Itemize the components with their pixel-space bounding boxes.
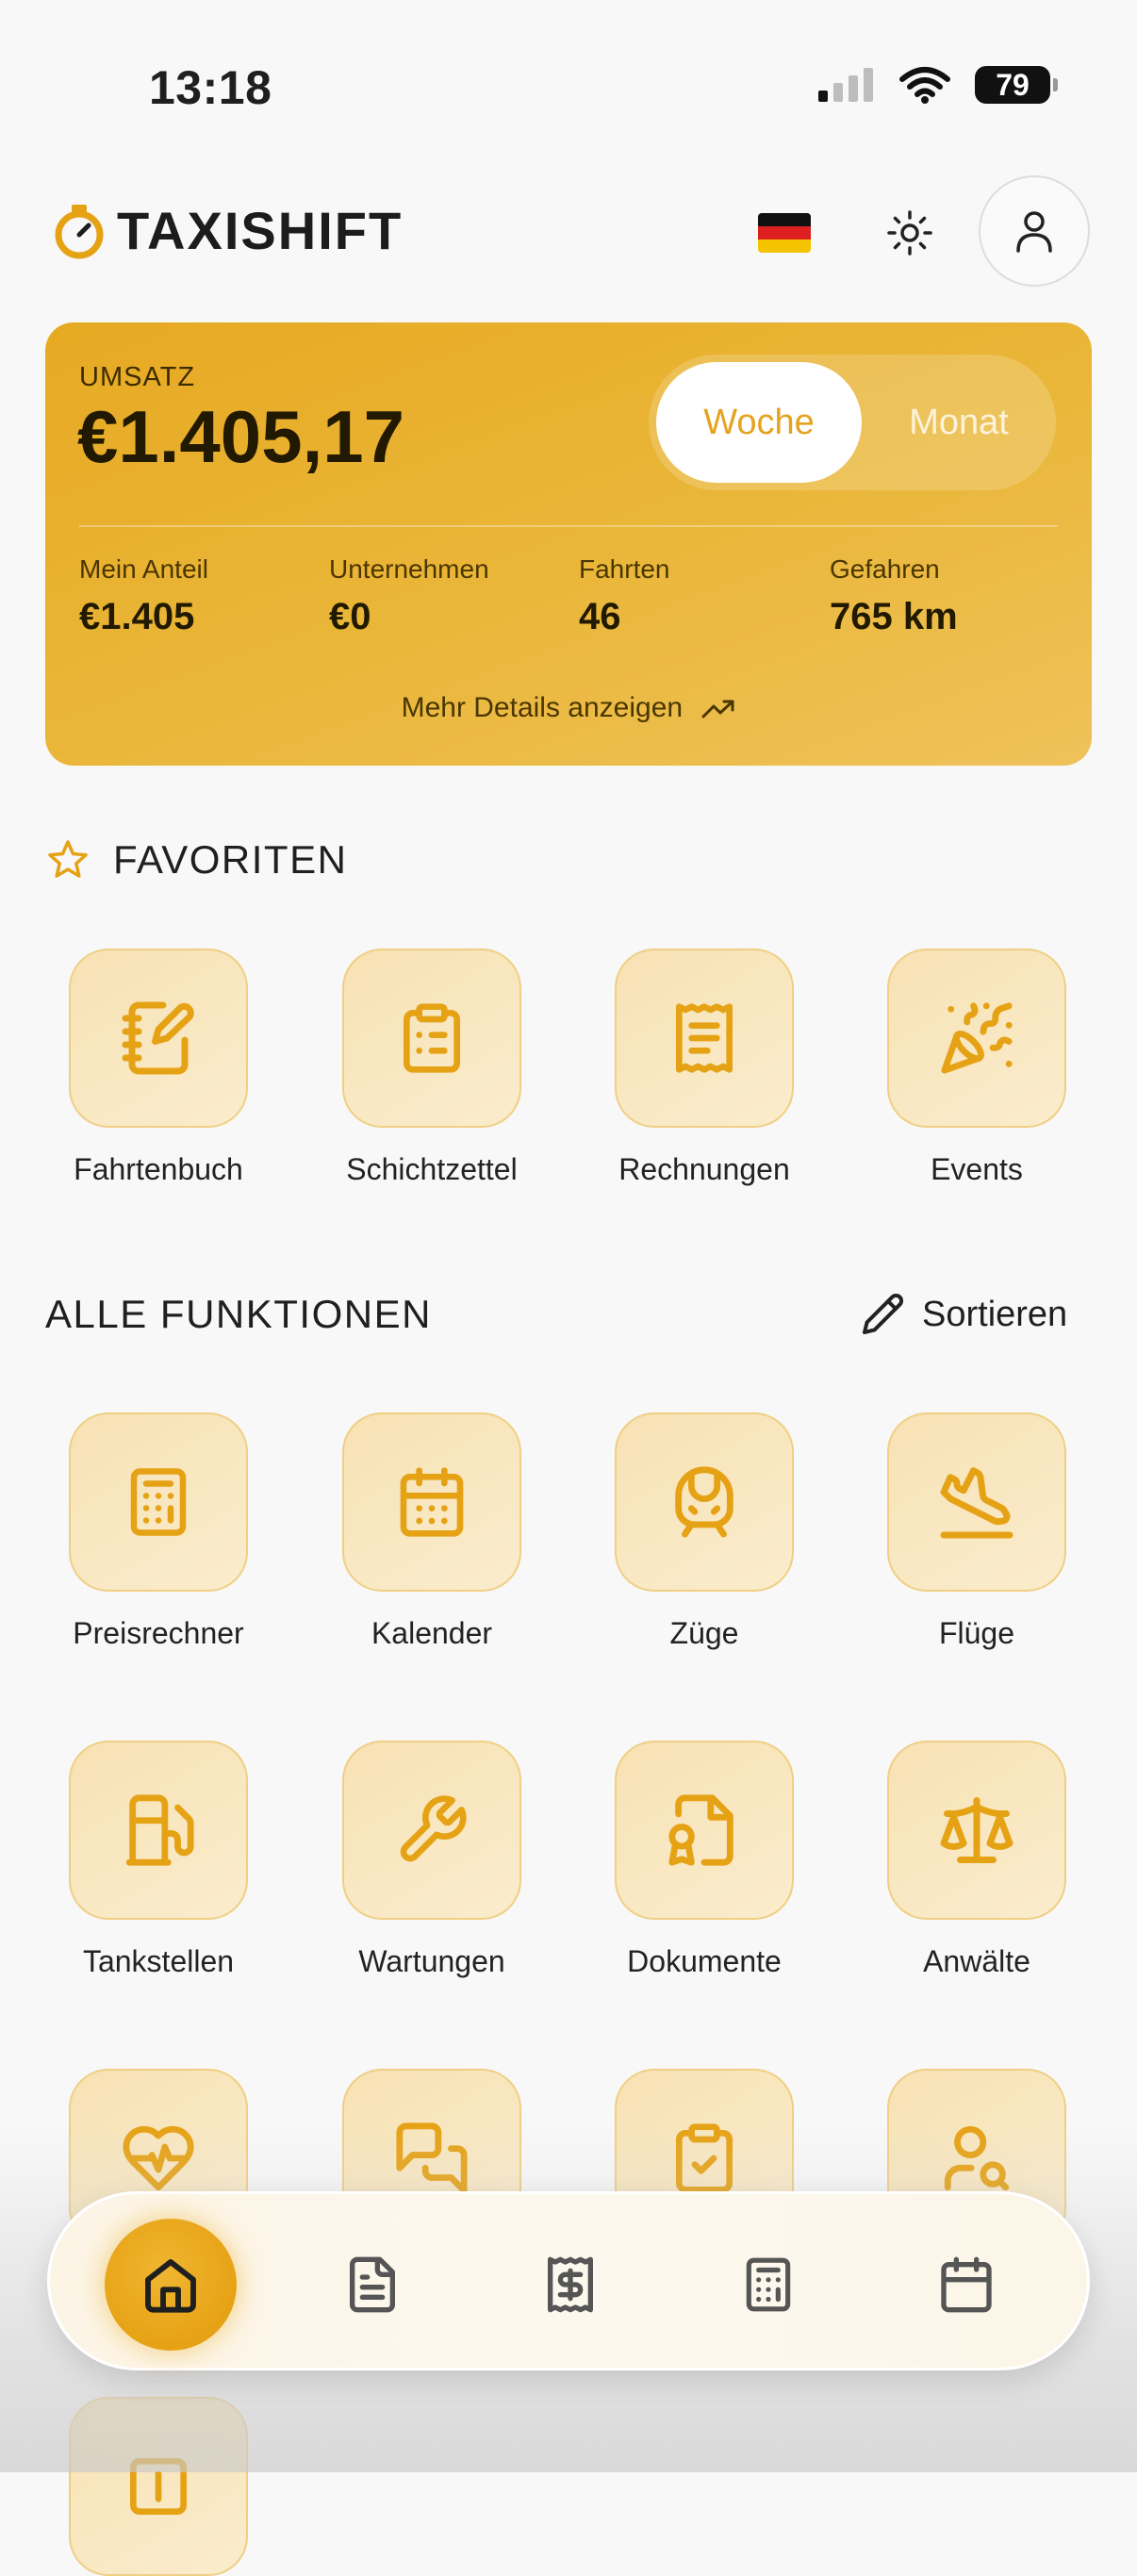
clipboard-list-icon [404, 1003, 460, 1073]
user-icon [1016, 211, 1052, 253]
home-icon [145, 2259, 196, 2313]
party-popper-icon [941, 1002, 1013, 1074]
card-divider [79, 525, 1058, 527]
calculator-icon [746, 2257, 791, 2312]
revenue-value: €1.405,17 [77, 395, 405, 478]
tankstellen-label: Tankstellen [82, 1944, 235, 1978]
function-wartungen[interactable] [342, 1741, 521, 1920]
anwaelte-tile[interactable] [887, 1741, 1066, 1920]
nav-calculator[interactable] [731, 2247, 806, 2322]
toggle-month[interactable]: Monat [862, 362, 1056, 483]
notebook-pen-icon [122, 1001, 194, 1075]
nav-calendar[interactable] [929, 2247, 1004, 2322]
document-icon [350, 2256, 395, 2313]
wrench-icon [400, 1795, 467, 1862]
nav-home[interactable] [105, 2219, 237, 2351]
function-anwaelte[interactable] [887, 1741, 1066, 1920]
bottom-navigation [47, 2191, 1090, 2370]
events-tile[interactable] [887, 949, 1066, 1128]
rechnungen-label: Rechnungen [618, 1152, 790, 1186]
preisrechner-tile[interactable] [69, 1412, 248, 1592]
zuege-label: Züge [669, 1616, 739, 1650]
wartungen-label: Wartungen [358, 1944, 505, 1978]
file-badge-icon [668, 1794, 733, 1866]
favorite-rechnungen[interactable] [615, 949, 794, 1128]
favorite-fahrtenbuch[interactable] [69, 949, 248, 1128]
favorites-title: FAVORITEN [113, 837, 348, 882]
cellular-signal-icon [818, 68, 873, 102]
sort-button[interactable]: Sortieren [860, 1292, 1067, 1337]
receipt-icon [676, 1003, 733, 1073]
stopwatch-logo-icon [55, 204, 104, 258]
battery-indicator: 79 [975, 66, 1058, 104]
fuel-icon [125, 1794, 194, 1866]
rechnungen-tile[interactable] [615, 949, 794, 1128]
wartungen-tile[interactable] [342, 1741, 521, 1920]
stat-my-share: Mein Anteil €1.405 [79, 554, 208, 637]
fluege-label: Flüge [938, 1616, 1015, 1650]
revenue-card: UMSATZ €1.405,17 Woche Monat Mein Anteil… [45, 322, 1092, 766]
nav-invoices[interactable] [533, 2247, 608, 2322]
nav-documents[interactable] [335, 2247, 410, 2322]
scale-icon [940, 1797, 1013, 1863]
star-icon [48, 840, 88, 878]
kalender-label: Kalender [371, 1616, 493, 1650]
favorite-schichtzettel[interactable] [342, 949, 521, 1128]
preisrechner-label: Preisrechner [73, 1616, 244, 1650]
toggle-week[interactable]: Woche [656, 362, 862, 483]
theme-toggle-sun-icon[interactable] [886, 209, 933, 256]
stat-trips: Fahrten 46 [579, 554, 670, 637]
function-kalender[interactable] [342, 1412, 521, 1592]
receipt-dollar-icon [548, 2256, 593, 2313]
trending-up-icon [701, 700, 734, 718]
calendar-icon [941, 2256, 992, 2313]
calendar-icon [400, 1467, 464, 1537]
schichtzettel-tile[interactable] [342, 949, 521, 1128]
tankstellen-tile[interactable] [69, 1741, 248, 1920]
fahrtenbuch-label: Fahrtenbuch [74, 1152, 243, 1186]
function-dokumente[interactable] [615, 1741, 794, 1920]
function-tankstellen[interactable] [69, 1741, 248, 1920]
language-flag-germany[interactable] [758, 213, 811, 253]
profile-button[interactable] [979, 175, 1090, 287]
function-zuege[interactable] [615, 1412, 794, 1592]
status-icons: 79 [818, 66, 1058, 104]
stat-distance: Gefahren 765 km [830, 554, 958, 637]
favorite-events[interactable] [887, 949, 1066, 1128]
dokumente-tile[interactable] [615, 1741, 794, 1920]
calculator-icon [130, 1468, 187, 1536]
logo-text: TAXISHIFT [117, 201, 404, 260]
kalender-tile[interactable] [342, 1412, 521, 1592]
train-icon [675, 1466, 733, 1538]
function-preisrechner[interactable] [69, 1412, 248, 1592]
anwaelte-label: Anwälte [923, 1944, 1030, 1978]
stat-company: Unternehmen €0 [329, 554, 489, 637]
fahrtenbuch-tile[interactable] [69, 949, 248, 1128]
zuege-tile[interactable] [615, 1412, 794, 1592]
function-fluege[interactable] [887, 1412, 1066, 1592]
events-label: Events [931, 1152, 1023, 1186]
status-time: 13:18 [149, 61, 272, 114]
wifi-icon [899, 67, 950, 104]
plane-landing-icon [940, 1467, 1013, 1539]
fluege-tile[interactable] [887, 1412, 1066, 1592]
all-functions-title: ALLE FUNKTIONEN [45, 1292, 432, 1336]
schichtzettel-label: Schichtzettel [346, 1152, 518, 1186]
more-details-link[interactable]: Mehr Details anzeigen [45, 692, 1092, 724]
pencil-icon [863, 1293, 904, 1334]
app-logo: TAXISHIFT [51, 200, 403, 261]
revenue-label: UMSATZ [79, 362, 196, 392]
dokumente-label: Dokumente [627, 1944, 782, 1978]
period-toggle: Woche Monat [649, 355, 1056, 490]
